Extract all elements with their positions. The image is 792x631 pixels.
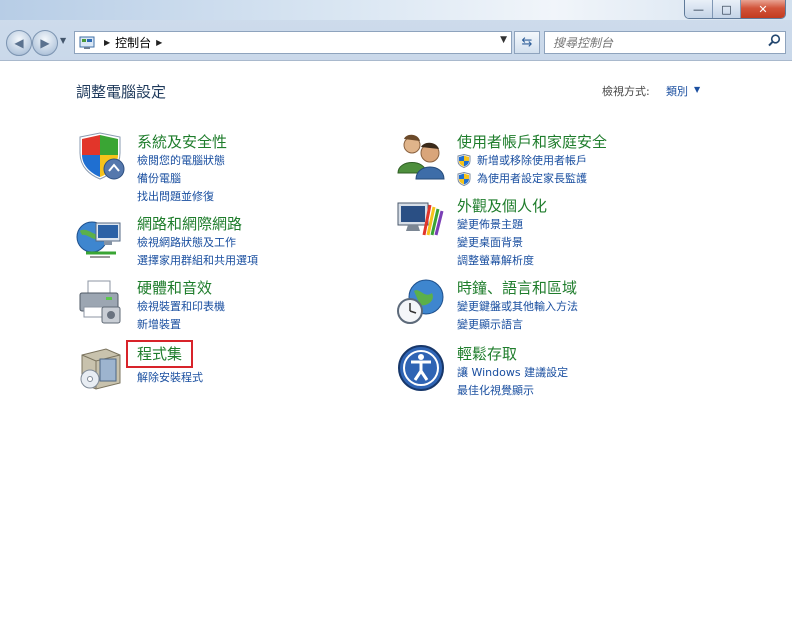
category-title-ease-of-access[interactable]: 輕鬆存取 xyxy=(457,343,517,364)
breadcrumb-separator-icon[interactable]: ▶ xyxy=(156,38,162,47)
link-add-remove-users[interactable]: 新增或移除使用者帳戶 xyxy=(477,152,587,168)
link-troubleshoot[interactable]: 找出問題並修復 xyxy=(137,188,214,204)
minimize-button[interactable]: — xyxy=(685,0,713,18)
close-button[interactable]: ✕ xyxy=(741,0,785,18)
category-title-hardware-sound[interactable]: 硬體和音效 xyxy=(137,277,212,298)
link-add-device[interactable]: 新增裝置 xyxy=(137,316,181,332)
refresh-icon: ⇆ xyxy=(521,35,533,50)
category-hardware-sound: 硬體和音效 檢視裝置和印表機 新增裝置 xyxy=(76,277,376,337)
title-bar[interactable] xyxy=(0,0,792,20)
shield-security-icon[interactable] xyxy=(76,131,126,181)
refresh-button[interactable]: ⇆ xyxy=(514,31,540,54)
link-change-display-language[interactable]: 變更顯示語言 xyxy=(457,316,523,332)
ease-of-access-icon[interactable] xyxy=(396,343,446,393)
window-frame: — □ ✕ ◀ ▶ ▼ ▶ 控制台 ▶ ▼ ⇆ 搜尋控制台 調整電腦設定 檢視方… xyxy=(0,0,792,631)
navigation-bar: ◀ ▶ ▼ ▶ 控制台 ▶ ▼ ⇆ xyxy=(0,22,792,60)
view-by-label: 檢視方式: xyxy=(602,85,650,98)
link-adjust-resolution[interactable]: 調整螢幕解析度 xyxy=(457,252,534,268)
view-by-dropdown[interactable]: 類別 xyxy=(666,83,688,99)
uac-shield-icon xyxy=(457,153,471,169)
link-windows-suggest-settings[interactable]: 讓 Windows 建議設定 xyxy=(457,364,568,380)
category-network-internet: 網路和網際網路 檢視網路狀態及工作 選擇家用群組和共用選項 xyxy=(76,213,376,273)
link-change-desktop-background[interactable]: 變更桌面背景 xyxy=(457,234,523,250)
recent-pages-dropdown[interactable]: ▼ xyxy=(60,36,66,45)
link-optimize-visual-display[interactable]: 最佳化視覺顯示 xyxy=(457,382,534,398)
clock-globe-icon[interactable] xyxy=(396,277,446,327)
link-change-theme[interactable]: 變更佈景主題 xyxy=(457,216,523,232)
category-programs: 程式集 解除安裝程式 xyxy=(76,343,376,393)
category-ease-of-access: 輕鬆存取 讓 Windows 建議設定 最佳化視覺顯示 xyxy=(396,343,696,403)
maximize-button[interactable]: □ xyxy=(713,0,741,18)
users-icon[interactable] xyxy=(396,131,446,181)
back-button[interactable]: ◀ xyxy=(6,30,32,56)
breadcrumb-control-panel[interactable]: 控制台 xyxy=(115,34,151,51)
address-bar[interactable]: ▶ 控制台 ▶ ▼ xyxy=(74,31,512,54)
control-panel-icon xyxy=(79,36,95,50)
uac-shield-icon xyxy=(457,171,471,187)
category-title-user-accounts[interactable]: 使用者帳戶和家庭安全 xyxy=(457,131,607,152)
address-history-dropdown[interactable]: ▼ xyxy=(500,35,507,45)
category-title-system-security[interactable]: 系統及安全性 xyxy=(137,131,227,152)
category-user-accounts: 使用者帳戶和家庭安全 新增或移除使用者帳戶 為使用者設定家長監護 xyxy=(396,131,696,191)
link-uninstall-program[interactable]: 解除安裝程式 xyxy=(137,369,203,385)
category-title-clock-language[interactable]: 時鐘、語言和區域 xyxy=(457,277,577,298)
link-backup-computer[interactable]: 備份電腦 xyxy=(137,170,181,186)
category-appearance: 外觀及個人化 變更佈景主題 變更桌面背景 調整螢幕解析度 xyxy=(396,195,696,268)
link-devices-printers[interactable]: 檢視裝置和印表機 xyxy=(137,298,225,314)
link-homegroup-sharing[interactable]: 選擇家用群組和共用選項 xyxy=(137,252,258,268)
link-parental-controls[interactable]: 為使用者設定家長監護 xyxy=(477,170,587,186)
forward-button[interactable]: ▶ xyxy=(32,30,58,56)
category-title-network-internet[interactable]: 網路和網際網路 xyxy=(137,213,242,234)
search-input[interactable] xyxy=(551,34,755,51)
link-change-keyboard-input[interactable]: 變更鍵盤或其他輸入方法 xyxy=(457,298,578,314)
category-title-appearance[interactable]: 外觀及個人化 xyxy=(457,195,547,216)
page-title: 調整電腦設定 xyxy=(76,83,167,101)
printer-icon[interactable] xyxy=(76,277,126,327)
search-icon[interactable] xyxy=(768,34,781,51)
search-box[interactable] xyxy=(544,31,786,54)
breadcrumb-separator-icon: ▶ xyxy=(104,38,111,47)
network-globe-icon[interactable] xyxy=(76,213,126,263)
chevron-down-icon[interactable]: ▼ xyxy=(694,85,700,94)
content-pane: 調整電腦設定 檢視方式: 類別 ▼ 系統及安全性 檢閱您的電腦狀態 備份電腦 找… xyxy=(0,60,792,631)
programs-box-icon[interactable] xyxy=(76,343,126,393)
programs-highlight-box xyxy=(126,340,193,368)
caption-buttons: — □ ✕ xyxy=(684,0,786,19)
link-view-network-status[interactable]: 檢視網路狀態及工作 xyxy=(137,234,236,250)
category-clock-language-region: 時鐘、語言和區域 變更鍵盤或其他輸入方法 變更顯示語言 xyxy=(396,277,696,337)
link-review-computer-status[interactable]: 檢閱您的電腦狀態 xyxy=(137,152,225,168)
category-system-security: 系統及安全性 檢閱您的電腦狀態 備份電腦 找出問題並修復 xyxy=(76,131,376,204)
monitor-palette-icon[interactable] xyxy=(396,195,446,245)
